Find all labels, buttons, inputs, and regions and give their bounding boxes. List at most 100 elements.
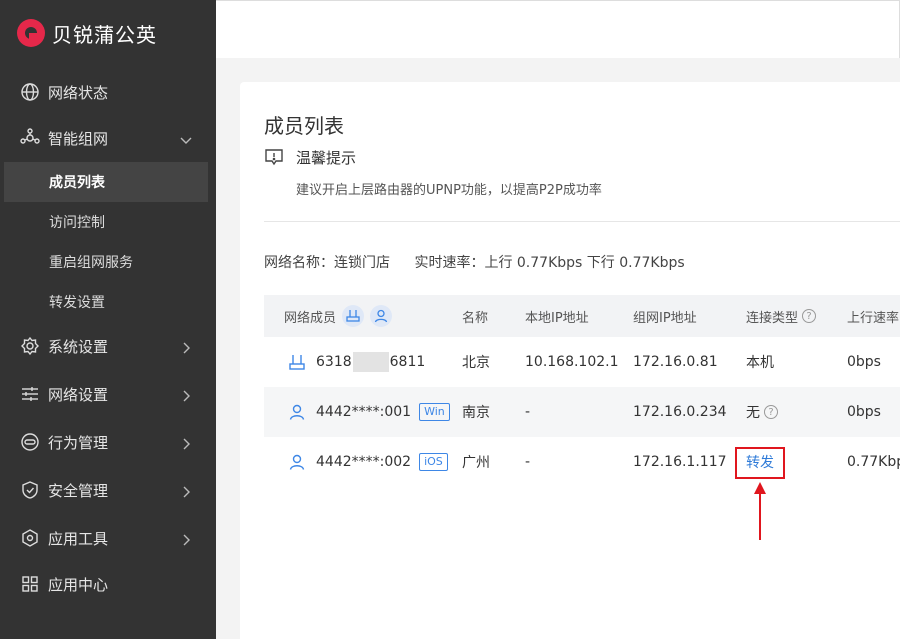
- platform-tag: Win: [419, 403, 450, 421]
- speed-value: 上行 0.77Kbps 下行 0.77Kbps: [484, 255, 685, 271]
- header-local-ip: 本地IP地址: [525, 310, 589, 326]
- sidebar-subitem-access-control[interactable]: 访问控制: [4, 202, 208, 242]
- brand-logo[interactable]: 贝锐蒲公英: [16, 17, 157, 49]
- sidebar-subitem-label: 转发设置: [49, 295, 105, 311]
- local-ip: 10.168.102.1: [525, 354, 619, 370]
- member-id-prefix: 4442****:002: [316, 454, 412, 470]
- sidebar-subitem-label: 成员列表: [49, 175, 105, 191]
- header-conn-type: 连接类型 ?: [746, 295, 817, 337]
- header-member: 网络成员: [284, 295, 393, 337]
- speed-label: 实时速率：: [414, 255, 485, 271]
- network-icon: [20, 128, 40, 148]
- sidebar-subitem-label: 重启组网服务: [49, 255, 133, 271]
- header-vpn-ip: 组网IP地址: [633, 310, 697, 326]
- sidebar-subitem-label: 访问控制: [49, 215, 105, 231]
- header-member-label: 网络成员: [284, 310, 337, 326]
- vpn-ip: 172.16.0.81: [633, 354, 718, 370]
- network-name-value: 连锁门店: [334, 255, 390, 271]
- member-name: 北京: [462, 355, 490, 371]
- conn-type-label: 无: [746, 405, 760, 421]
- sidebar-subitem-member-list[interactable]: 成员列表: [4, 162, 208, 202]
- network-info: 网络名称：连锁门店 实时速率：上行 0.77Kbps 下行 0.77Kbps: [264, 252, 685, 272]
- sidebar-item-label: 应用工具: [48, 529, 109, 548]
- member-name: 南京: [462, 405, 490, 421]
- upload-rate: 0.77Kbp: [847, 454, 900, 470]
- router-icon: [288, 337, 306, 387]
- chevron-right-icon: [180, 532, 192, 546]
- sidebar-subitem-forwarding-settings[interactable]: 转发设置: [4, 282, 208, 322]
- sidebar-item-network-status[interactable]: 网络状态: [0, 70, 216, 114]
- member-id: 4442****:001 Win: [316, 387, 450, 437]
- dandelion-logo-icon: [16, 18, 46, 48]
- sidebar-item-app-center[interactable]: 应用中心: [0, 562, 216, 606]
- chevron-right-icon: [180, 340, 192, 354]
- local-ip: -: [525, 454, 531, 470]
- sidebar-item-label: 行为管理: [48, 433, 109, 452]
- chevron-right-icon: [180, 388, 192, 402]
- member-id: 4442****:002 iOS: [316, 437, 448, 487]
- conn-type: 无 ?: [746, 387, 778, 437]
- globe-icon: [20, 82, 40, 102]
- platform-tag: iOS: [419, 453, 448, 471]
- sidebar-item-security-management[interactable]: 安全管理: [0, 468, 216, 512]
- member-id-prefix: 4442****:001: [316, 404, 412, 420]
- network-name-label: 网络名称：: [264, 255, 334, 271]
- user-filter-icon[interactable]: [370, 305, 393, 327]
- sidebar-item-label: 安全管理: [48, 481, 109, 500]
- highlight-box: [735, 447, 785, 479]
- brand-name: 贝锐蒲公英: [52, 22, 157, 47]
- sidebar-item-label: 网络设置: [48, 385, 109, 404]
- upload-rate: 0bps: [847, 354, 881, 370]
- notice-icon: [264, 148, 284, 166]
- table-row[interactable]: 4442****:002 iOS 广州 - 172.16.1.117 转发 0.…: [264, 437, 900, 487]
- member-id-suffix: 6811: [389, 354, 426, 370]
- upload-rate: 0bps: [847, 404, 881, 420]
- member-id-prefix: 6318: [316, 354, 352, 370]
- user-icon: [288, 387, 306, 437]
- local-ip: -: [525, 404, 531, 420]
- sidebar-item-app-tools[interactable]: 应用工具: [0, 516, 216, 560]
- behavior-icon: [20, 432, 40, 452]
- apps-icon: [20, 574, 40, 594]
- tools-icon: [20, 528, 40, 548]
- sidebar: 贝锐蒲公英 网络状态 智能组网 成员列表 访问控制 重启组网服务 转发设置 系统…: [0, 0, 216, 639]
- redacted-block: [352, 352, 389, 372]
- table-row[interactable]: 4442****:001 Win 南京 - 172.16.0.234 无 ? 0…: [264, 387, 900, 437]
- header-upload: 上行速率: [847, 310, 900, 326]
- header-conn-type-label: 连接类型: [746, 310, 799, 326]
- sidebar-item-label: 智能组网: [48, 129, 109, 148]
- sidebar-subitem-restart-service[interactable]: 重启组网服务: [4, 242, 208, 282]
- conn-type: 本机: [746, 355, 774, 371]
- vpn-ip: 172.16.1.117: [633, 454, 727, 470]
- table-row[interactable]: 6318 6811 北京 10.168.102.1 172.16.0.81 本机 …: [264, 337, 900, 387]
- divider: [264, 221, 900, 222]
- vpn-ip: 172.16.0.234: [633, 404, 727, 420]
- help-icon[interactable]: ?: [764, 405, 778, 419]
- member-id: 6318 6811: [316, 337, 425, 387]
- chevron-right-icon: [180, 484, 192, 498]
- tip-text: 建议开启上层路由器的UPNP功能，以提高P2P成功率: [296, 183, 602, 198]
- shield-icon: [20, 480, 40, 500]
- sidebar-item-label: 网络状态: [48, 83, 109, 102]
- gear-icon: [20, 336, 40, 356]
- top-bar: [216, 0, 900, 58]
- help-icon[interactable]: ?: [802, 309, 817, 323]
- sidebar-item-label: 应用中心: [48, 575, 109, 594]
- content-card: 成员列表 温馨提示 建议开启上层路由器的UPNP功能，以提高P2P成功率 网络名…: [240, 82, 900, 639]
- sliders-icon: [20, 384, 40, 404]
- sidebar-item-network-settings[interactable]: 网络设置: [0, 372, 216, 416]
- router-filter-icon[interactable]: [342, 305, 365, 327]
- sidebar-item-system-settings[interactable]: 系统设置: [0, 324, 216, 368]
- chevron-right-icon: [180, 436, 192, 450]
- header-name: 名称: [462, 310, 489, 326]
- table-header: 网络成员 名称 本地IP地址 组网IP地址 连接类型 ? 上行速率: [264, 295, 900, 337]
- tip-title: 温馨提示: [296, 149, 357, 167]
- red-arrow-icon: [754, 482, 766, 540]
- user-icon: [288, 437, 306, 487]
- sidebar-item-smart-networking[interactable]: 智能组网: [0, 116, 216, 160]
- sidebar-item-label: 系统设置: [48, 337, 109, 356]
- member-name: 广州: [462, 455, 490, 471]
- page-title: 成员列表: [264, 114, 344, 138]
- chevron-down-icon: [180, 132, 192, 144]
- sidebar-item-behavior-management[interactable]: 行为管理: [0, 420, 216, 464]
